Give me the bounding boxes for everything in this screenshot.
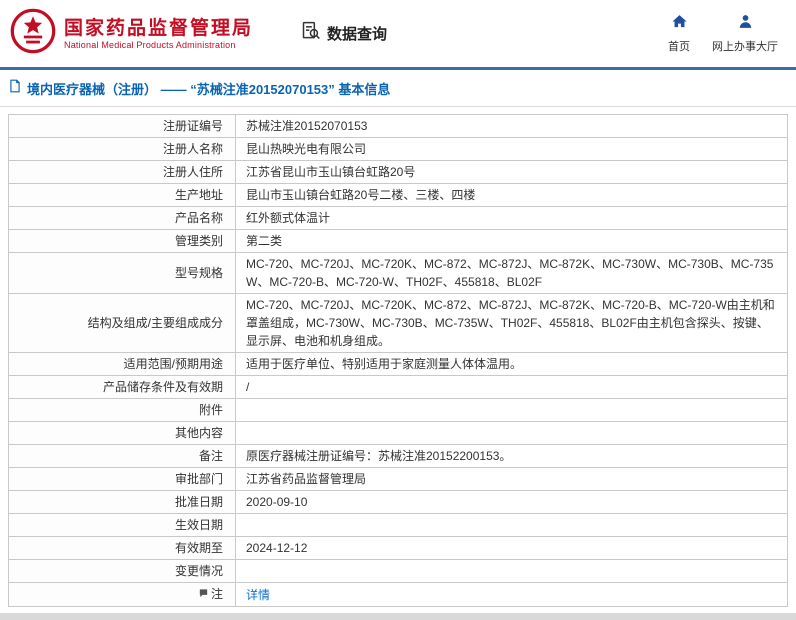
table-row-product-name: 产品名称 红外额式体温计 [8, 206, 788, 230]
table-row-management-category: 管理类别 第二类 [8, 229, 788, 253]
note-icon [198, 586, 209, 604]
row-label: 产品储存条件及有效期 [8, 375, 236, 399]
table-row-change-status: 变更情况 [8, 559, 788, 583]
row-value [235, 559, 788, 583]
row-value: 江苏省昆山市玉山镇台虹路20号 [235, 160, 788, 184]
row-value: 昆山市玉山镇台虹路20号二楼、三楼、四楼 [235, 183, 788, 207]
row-value: 适用于医疗单位、特别适用于家庭测量人体体温用。 [235, 352, 788, 376]
table-row-reg-number: 注册证编号 苏械注准20152070153 [8, 114, 788, 138]
row-label: 注册人住所 [8, 160, 236, 184]
row-label-text: 注 [210, 587, 223, 601]
nav-home-label: 首页 [668, 41, 690, 53]
table-row-model-specs: 型号规格 MC-720、MC-720J、MC-720K、MC-872、MC-87… [8, 252, 788, 294]
row-value: 苏械注准20152070153 [235, 114, 788, 138]
table-row-other-content: 其他内容 [8, 421, 788, 445]
row-label: 变更情况 [8, 559, 236, 583]
agency-logo-block: 国家药品监督管理局 National Medical Products Admi… [10, 8, 253, 59]
row-label: 注册证编号 [8, 114, 236, 138]
row-label: 生产地址 [8, 183, 236, 207]
table-row-composition: 结构及组成/主要组成成分 MC-720、MC-720J、MC-720K、MC-8… [8, 293, 788, 353]
table-row-registrant-address: 注册人住所 江苏省昆山市玉山镇台虹路20号 [8, 160, 788, 184]
data-query-icon [301, 21, 321, 46]
nav-service-hall[interactable]: 网上办事大厅 [712, 13, 778, 54]
table-row-registrant-name: 注册人名称 昆山热映光电有限公司 [8, 137, 788, 161]
row-value: / [235, 375, 788, 399]
row-label: 注册人名称 [8, 137, 236, 161]
row-value: 原医疗器械注册证编号：苏械注准20152200153。 [235, 444, 788, 468]
agency-name-en: National Medical Products Administration [64, 40, 236, 51]
row-value: MC-720、MC-720J、MC-720K、MC-872、MC-872J、MC… [235, 252, 788, 294]
row-label: 有效期至 [8, 536, 236, 560]
breadcrumb-text: 境内医疗器械（注册） —— “苏械注准20152070153” 基本信息 [27, 82, 391, 97]
nav-service-hall-label: 网上办事大厅 [712, 41, 778, 53]
row-value [235, 421, 788, 445]
national-emblem-icon [10, 8, 56, 59]
footer-strip [0, 613, 796, 620]
row-value [235, 398, 788, 422]
row-value: 红外额式体温计 [235, 206, 788, 230]
breadcrumb: 境内医疗器械（注册） —— “苏械注准20152070153” 基本信息 [0, 70, 796, 107]
row-value: 昆山热映光电有限公司 [235, 137, 788, 161]
table-row-remarks: 备注 原医疗器械注册证编号：苏械注准20152200153。 [8, 444, 788, 468]
row-label: 产品名称 [8, 206, 236, 230]
table-row-storage-conditions: 产品储存条件及有效期 / [8, 375, 788, 399]
row-label: 其他内容 [8, 421, 236, 445]
row-value: 2024-12-12 [235, 536, 788, 560]
row-label: 批准日期 [8, 490, 236, 514]
row-label: 适用范围/预期用途 [8, 352, 236, 376]
header-right-nav: 首页 网上办事大厅 [668, 13, 778, 54]
row-value: 江苏省药品监督管理局 [235, 467, 788, 491]
document-icon [8, 79, 22, 98]
person-icon [737, 13, 754, 35]
row-value [235, 513, 788, 537]
table-row-valid-until: 有效期至 2024-12-12 [8, 536, 788, 560]
row-value: 详情 [235, 582, 788, 607]
row-value: 2020-09-10 [235, 490, 788, 514]
agency-name-cn: 国家药品监督管理局 [64, 17, 254, 39]
registration-info-table: 注册证编号 苏械注准20152070153 注册人名称 昆山热映光电有限公司 注… [8, 114, 788, 607]
data-query-label: 数据查询 [327, 26, 388, 43]
table-row-approval-date: 批准日期 2020-09-10 [8, 490, 788, 514]
table-row-effective-date: 生效日期 [8, 513, 788, 537]
nav-home[interactable]: 首页 [668, 13, 690, 54]
row-label: 型号规格 [8, 252, 236, 294]
home-icon [671, 13, 688, 35]
table-row-production-address: 生产地址 昆山市玉山镇台虹路20号二楼、三楼、四楼 [8, 183, 788, 207]
row-label: 管理类别 [8, 229, 236, 253]
detail-link[interactable]: 详情 [246, 588, 270, 602]
row-label: 备注 [8, 444, 236, 468]
row-label: 生效日期 [8, 513, 236, 537]
row-value: MC-720、MC-720J、MC-720K、MC-872、MC-872J、MC… [235, 293, 788, 353]
table-row-approval-department: 审批部门 江苏省药品监督管理局 [8, 467, 788, 491]
row-value: 第二类 [235, 229, 788, 253]
nav-data-query[interactable]: 数据查询 [301, 21, 387, 46]
table-row-intended-use: 适用范围/预期用途 适用于医疗单位、特别适用于家庭测量人体体温用。 [8, 352, 788, 376]
row-label: 审批部门 [8, 467, 236, 491]
row-label: 附件 [8, 398, 236, 422]
site-header: 国家药品监督管理局 National Medical Products Admi… [0, 0, 796, 70]
table-row-note: 注 详情 [8, 582, 788, 607]
row-label: 注 [8, 582, 236, 607]
table-row-attachments: 附件 [8, 398, 788, 422]
agency-names: 国家药品监督管理局 National Medical Products Admi… [64, 17, 253, 51]
row-label: 结构及组成/主要组成成分 [8, 293, 236, 353]
